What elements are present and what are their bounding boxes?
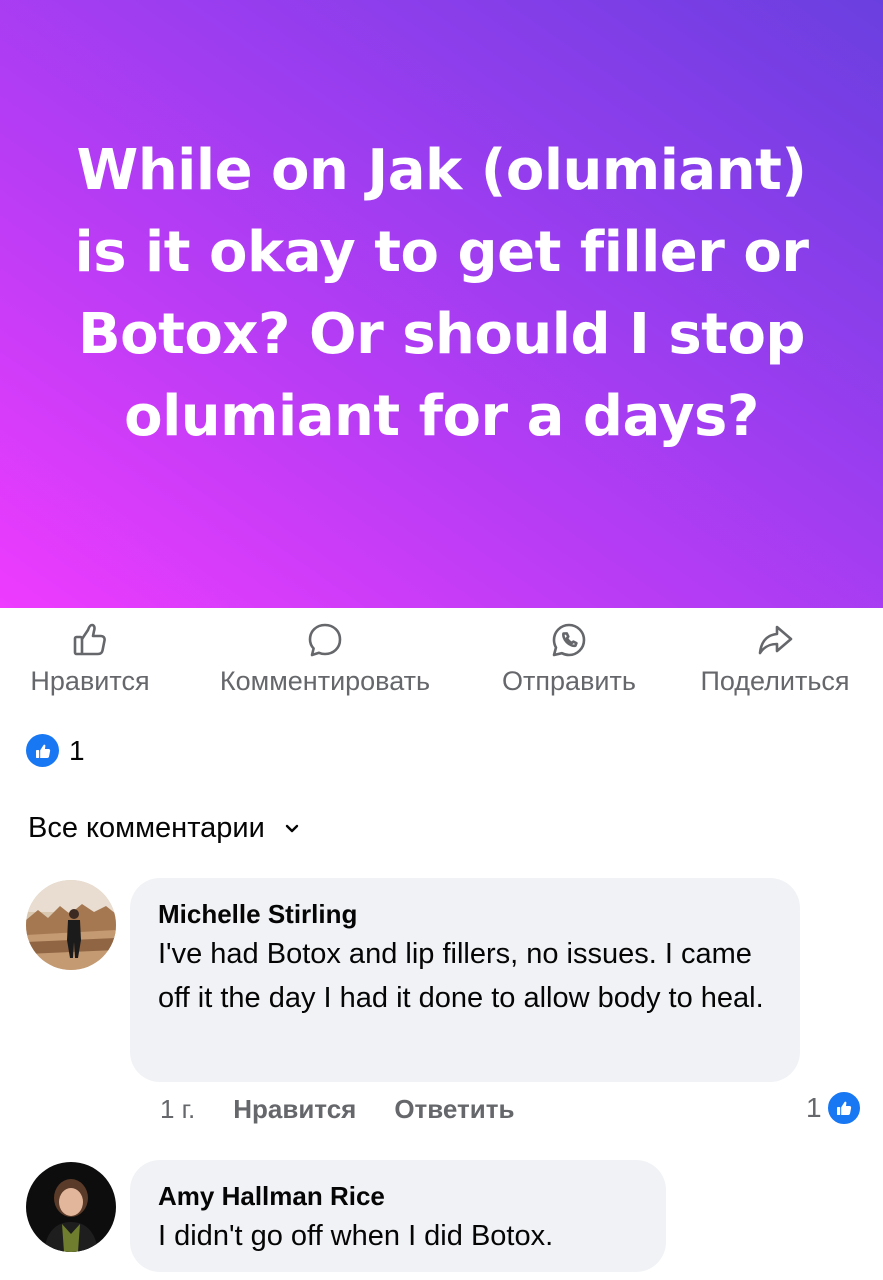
avatar[interactable] bbox=[26, 1162, 116, 1252]
comment-author[interactable]: Michelle Stirling bbox=[158, 896, 772, 932]
like-reaction-icon bbox=[26, 734, 59, 767]
share-arrow-icon bbox=[758, 625, 793, 655]
post-actions-bar: Нравится Комментировать Отправить Подели… bbox=[0, 620, 883, 700]
share-button[interactable]: Поделиться bbox=[687, 620, 863, 697]
send-button[interactable]: Отправить bbox=[490, 620, 648, 697]
like-button[interactable]: Нравится bbox=[20, 620, 160, 697]
comment-text: I've had Botox and lip fillers, no issue… bbox=[158, 938, 764, 1014]
chevron-down-icon bbox=[285, 824, 299, 832]
comment-reply-button[interactable]: Ответить bbox=[394, 1094, 514, 1125]
comment-reaction-count: 1 bbox=[806, 1092, 822, 1123]
comment-button[interactable]: Комментировать bbox=[198, 620, 452, 697]
comment-bubble-icon bbox=[308, 623, 342, 657]
avatar[interactable] bbox=[26, 880, 116, 970]
comment-meta: 1 г. Нравится Ответить bbox=[160, 1094, 514, 1125]
comment-bubble: Michelle Stirling I've had Botox and lip… bbox=[130, 878, 800, 1082]
comment-like-button[interactable]: Нравится bbox=[233, 1094, 356, 1125]
post-title: While on Jak (olumiant) is it okay to ge… bbox=[74, 138, 809, 449]
share-label: Поделиться bbox=[700, 666, 850, 696]
comment-author[interactable]: Amy Hallman Rice bbox=[158, 1178, 638, 1214]
whatsapp-icon bbox=[552, 623, 586, 657]
reaction-count: 1 bbox=[69, 734, 85, 766]
comments-sort-label: Все комментарии bbox=[28, 812, 265, 844]
send-label: Отправить bbox=[502, 666, 636, 696]
post-banner: While on Jak (olumiant) is it okay to ge… bbox=[0, 0, 883, 608]
thumbs-up-icon bbox=[73, 623, 106, 656]
post-reactions[interactable]: 1 bbox=[26, 734, 85, 767]
like-label: Нравится bbox=[30, 666, 150, 696]
comments-sort-dropdown[interactable]: Все комментарии bbox=[28, 812, 299, 845]
comment-bubble: Amy Hallman Rice I didn't go off when I … bbox=[130, 1160, 666, 1272]
comment-time[interactable]: 1 г. bbox=[160, 1094, 195, 1125]
comment-label: Комментировать bbox=[219, 666, 431, 696]
comment-text: I didn't go off when I did Botox. bbox=[158, 1220, 554, 1252]
comment-reactions[interactable]: 1 bbox=[806, 1090, 862, 1126]
like-reaction-icon bbox=[825, 1090, 862, 1126]
